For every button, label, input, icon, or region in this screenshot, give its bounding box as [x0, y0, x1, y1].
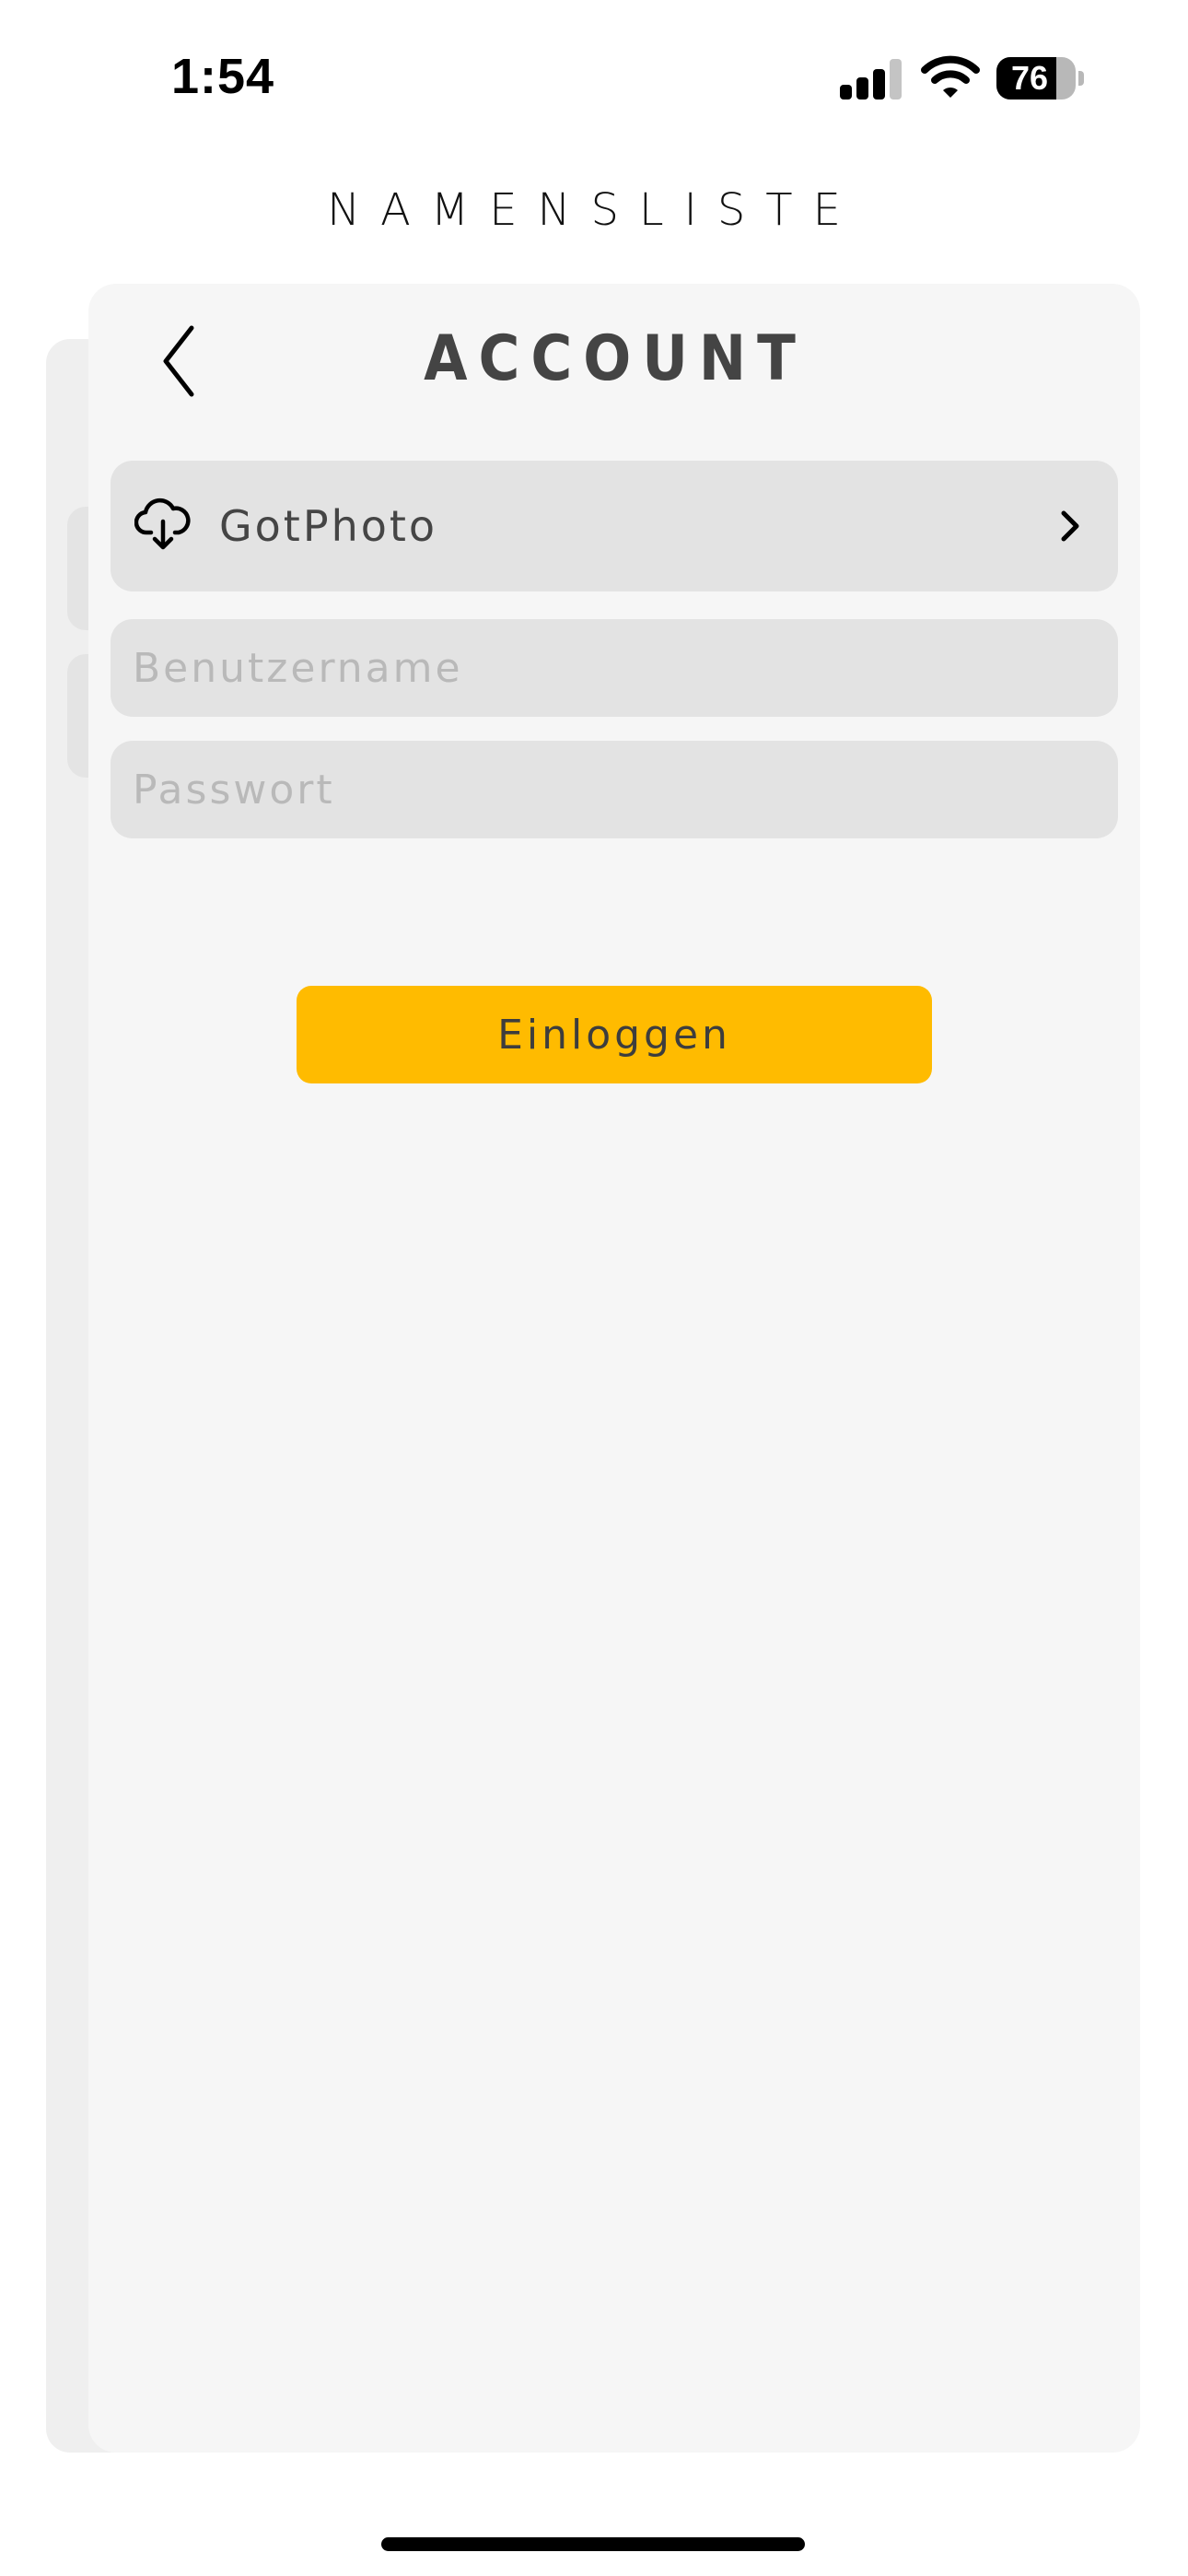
account-sheet — [88, 284, 1140, 2453]
status-time: 1:54 — [171, 49, 275, 104]
battery-indicator: 76 — [996, 57, 1085, 100]
chevron-right-icon — [1061, 510, 1079, 542]
username-field[interactable] — [111, 619, 1118, 717]
login-button[interactable]: Einloggen — [297, 986, 932, 1083]
cellular-signal-icon — [840, 57, 904, 100]
provider-label: GotPhoto — [219, 501, 438, 551]
cloud-download-icon — [134, 498, 191, 550]
sheet-title: ACCOUNT — [424, 322, 807, 395]
home-indicator[interactable] — [381, 2537, 805, 2551]
page-title: NAMENSLISTE — [327, 184, 861, 236]
battery-level: 76 — [1010, 59, 1049, 97]
provider-select-gotphoto[interactable]: GotPhoto — [111, 461, 1118, 591]
wifi-icon — [921, 55, 980, 98]
password-field[interactable] — [111, 741, 1118, 838]
